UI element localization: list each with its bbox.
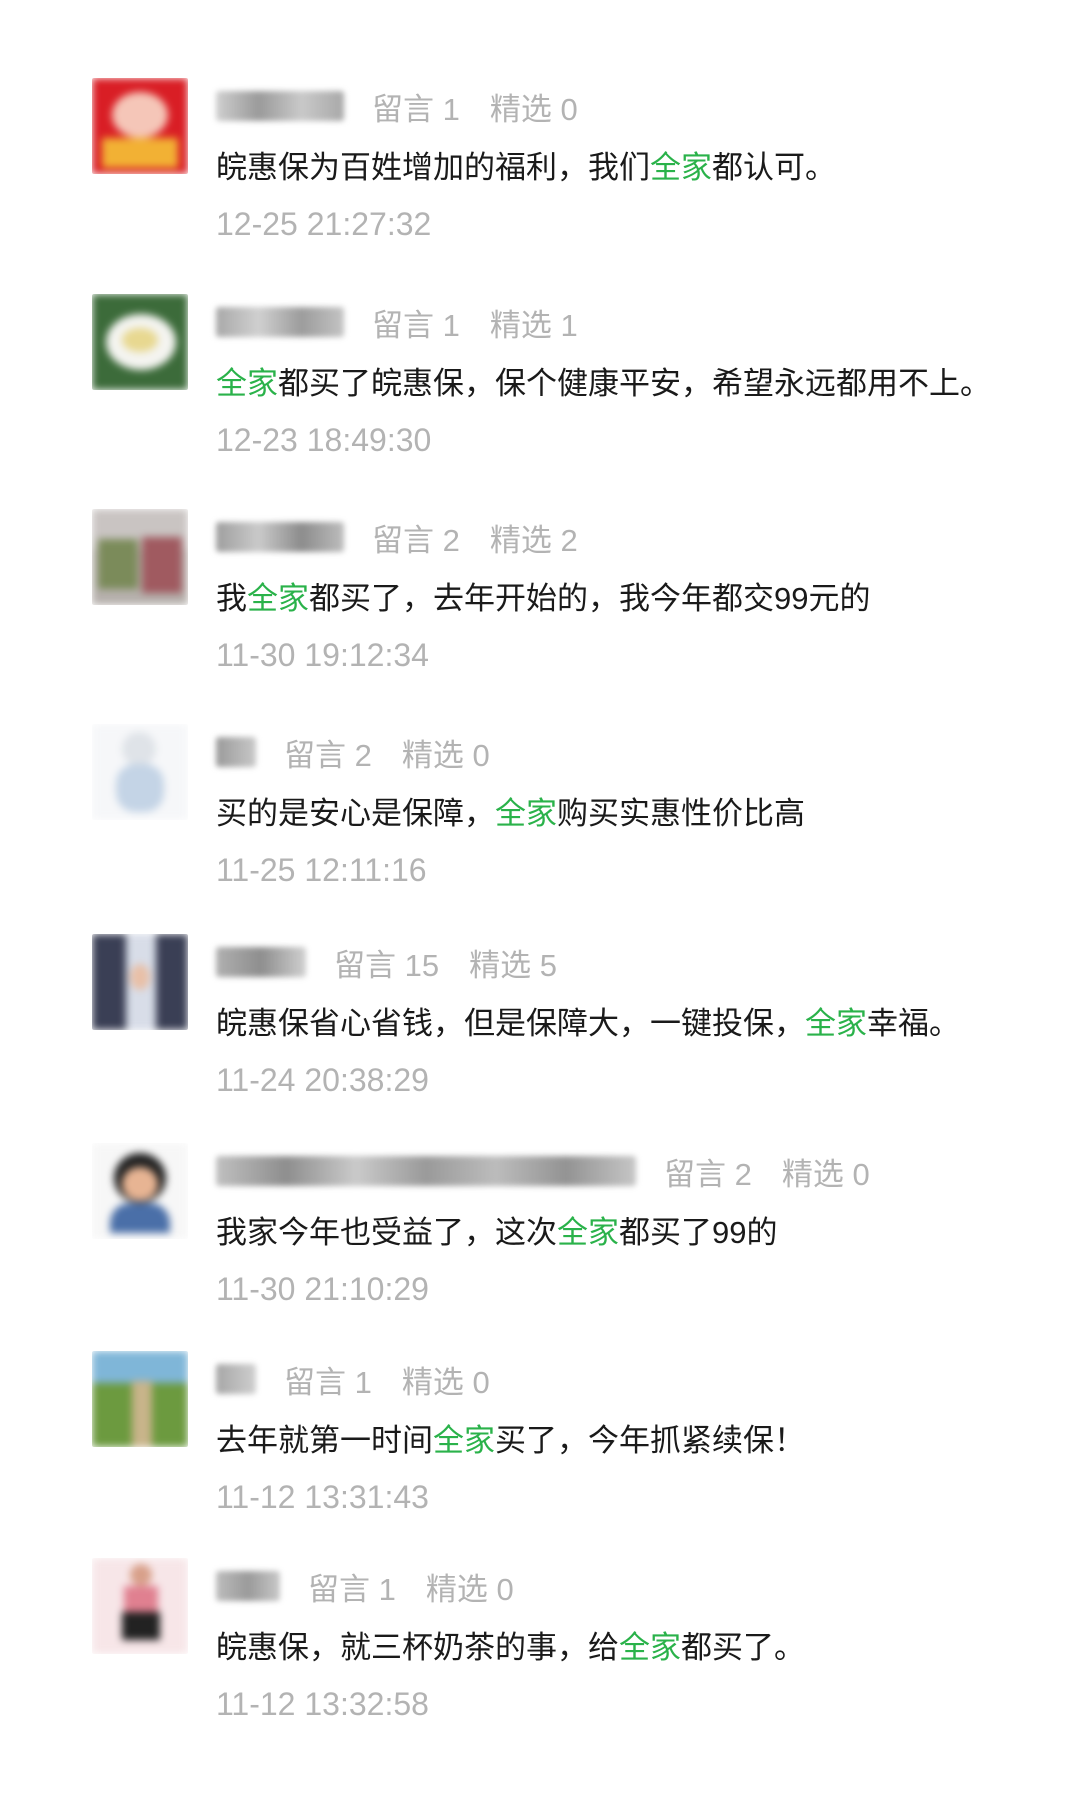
message-count: 留言 15 <box>334 947 440 983</box>
message-count: 留言 1 <box>308 1571 396 1607</box>
comment-meta: 留言 1 精选 1 <box>216 294 1052 350</box>
username-blurred[interactable] <box>216 1364 256 1394</box>
username-blurred[interactable] <box>216 1156 636 1186</box>
message-count: 留言 1 <box>372 91 460 127</box>
timestamp: 12-25 21:27:32 <box>216 206 432 242</box>
selected-count: 精选 0 <box>401 737 490 773</box>
comment-meta: 留言 1 精选 0 <box>216 1558 1052 1614</box>
avatar[interactable] <box>92 724 188 820</box>
selected-count: 精选 0 <box>425 1571 514 1607</box>
selected-count: 精选 0 <box>401 1364 490 1400</box>
message-count: 留言 2 <box>284 737 372 773</box>
selected-count: 精选 1 <box>489 307 578 343</box>
highlight-keyword: 全家 <box>650 150 712 185</box>
selected-count: 精选 0 <box>489 91 578 127</box>
comment-text: 我全家都买了，去年开始的，我今年都交99元的 <box>216 581 871 616</box>
comment-text: 皖惠保，就三杯奶茶的事，给全家都买了。 <box>216 1630 805 1665</box>
comment-text: 皖惠保省心省钱，但是保障大，一键投保，全家幸福。 <box>216 1006 960 1041</box>
avatar[interactable] <box>92 1558 188 1654</box>
highlight-keyword: 全家 <box>557 1215 619 1250</box>
comment-meta: 留言 2 精选 0 <box>216 724 1052 780</box>
highlight-keyword: 全家 <box>495 796 557 831</box>
comment-meta: 留言 2 精选 0 <box>216 1143 1052 1199</box>
comment-text: 皖惠保为百姓增加的福利，我们全家都认可。 <box>216 150 836 185</box>
avatar[interactable] <box>92 78 188 174</box>
comment-text: 全家都买了皖惠保，保个健康平安，希望永远都用不上。 <box>216 366 991 401</box>
avatar[interactable] <box>92 1351 188 1447</box>
username-blurred[interactable] <box>216 1571 280 1601</box>
highlight-keyword: 全家 <box>216 366 278 401</box>
message-count: 留言 1 <box>284 1364 372 1400</box>
comment-text: 去年就第一时间全家买了，今年抓紧续保！ <box>216 1423 805 1458</box>
highlight-keyword: 全家 <box>247 581 309 616</box>
comment-meta: 留言 1 精选 0 <box>216 1351 1052 1407</box>
comment-text: 买的是安心是保障，全家购买实惠性价比高 <box>216 796 805 831</box>
comment-meta: 留言 2 精选 2 <box>216 509 1052 565</box>
comment-meta: 留言 15 精选 5 <box>216 934 1052 990</box>
message-count: 留言 2 <box>664 1156 752 1192</box>
timestamp: 11-24 20:38:29 <box>216 1062 429 1098</box>
timestamp: 11-12 13:31:43 <box>216 1479 429 1515</box>
message-count: 留言 1 <box>372 307 460 343</box>
avatar[interactable] <box>92 1143 188 1239</box>
username-blurred[interactable] <box>216 307 344 337</box>
selected-count: 精选 5 <box>469 947 557 983</box>
avatar[interactable] <box>92 294 188 390</box>
username-blurred[interactable] <box>216 947 306 977</box>
username-blurred[interactable] <box>216 522 344 552</box>
highlight-keyword: 全家 <box>433 1423 495 1458</box>
username-blurred[interactable] <box>216 91 344 121</box>
timestamp: 12-23 18:49:30 <box>216 422 432 458</box>
username-blurred[interactable] <box>216 737 256 767</box>
selected-count: 精选 0 <box>781 1156 870 1192</box>
message-count: 留言 2 <box>372 522 460 558</box>
timestamp: 11-30 19:12:34 <box>216 637 429 673</box>
avatar[interactable] <box>92 509 188 605</box>
selected-count: 精选 2 <box>489 522 578 558</box>
timestamp: 11-25 12:11:16 <box>216 852 427 888</box>
comment-text: 我家今年也受益了，这次全家都买了99的 <box>216 1215 778 1250</box>
highlight-keyword: 全家 <box>619 1630 681 1665</box>
highlight-keyword: 全家 <box>805 1006 867 1041</box>
avatar[interactable] <box>92 934 188 1030</box>
timestamp: 11-12 13:32:58 <box>216 1686 429 1722</box>
timestamp: 11-30 21:10:29 <box>216 1271 429 1307</box>
comment-meta: 留言 1 精选 0 <box>216 78 1052 134</box>
